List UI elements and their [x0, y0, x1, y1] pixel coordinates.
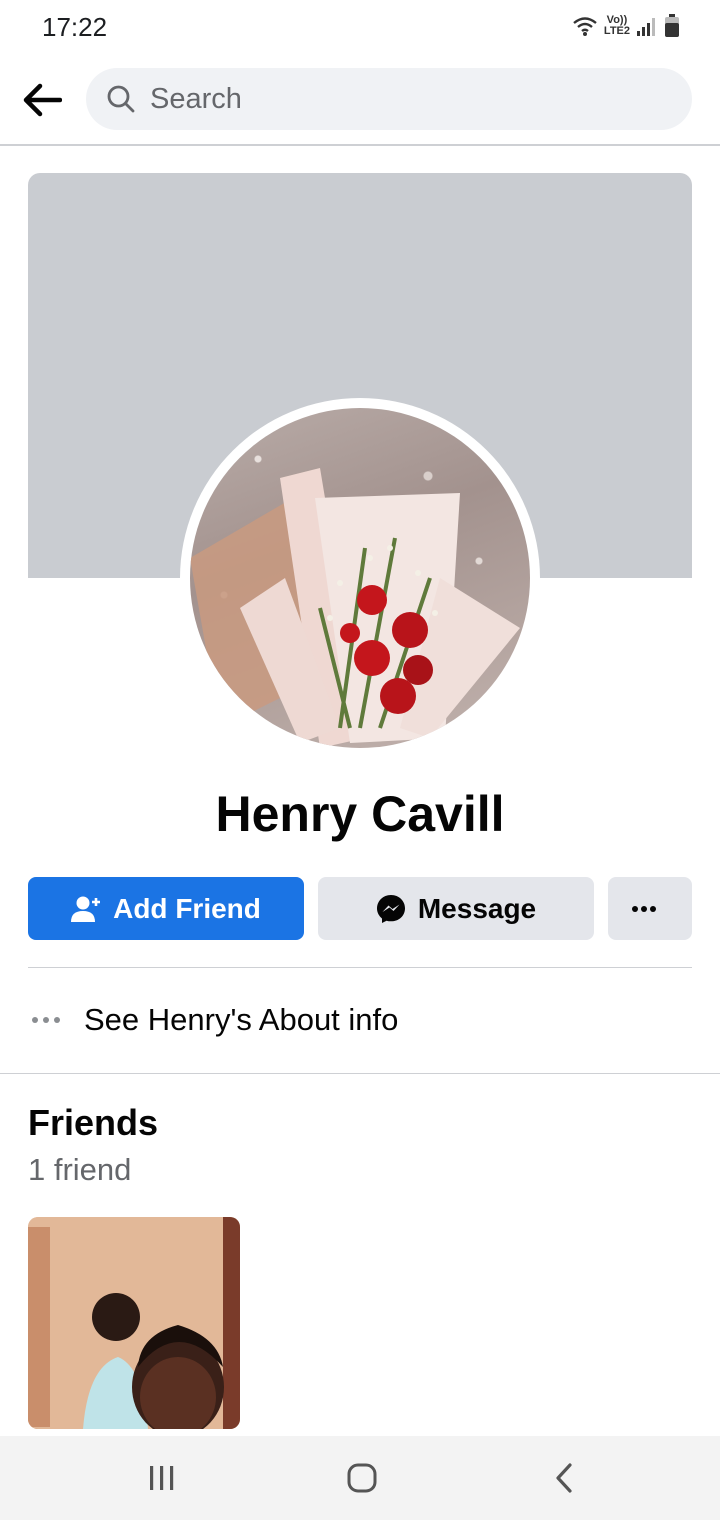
flower-bouquet-image [190, 468, 520, 748]
profile-name: Henry Cavill [215, 786, 505, 842]
messenger-icon [376, 894, 405, 923]
divider [28, 967, 692, 968]
android-nav-bar [0, 1436, 720, 1520]
message-button[interactable]: Message [318, 877, 594, 940]
friends-count: 1 friend [28, 1152, 132, 1187]
volte-icon: Vo)) LTE2 [604, 15, 630, 37]
top-nav [0, 56, 720, 146]
add-friend-label: Add Friend [113, 892, 261, 924]
recent-apps-button[interactable] [140, 1456, 184, 1500]
message-label: Message [417, 892, 537, 924]
friends-heading: Friends [28, 1102, 159, 1143]
home-button[interactable] [340, 1456, 384, 1500]
more-dots-icon [632, 905, 656, 912]
search-bar[interactable] [86, 68, 692, 130]
home-icon [347, 1463, 377, 1493]
more-options-button[interactable] [608, 877, 692, 940]
section-divider [0, 1073, 720, 1074]
dots-icon [28, 1016, 64, 1024]
battery-icon [665, 14, 679, 37]
search-icon [107, 85, 135, 113]
signal-icon [637, 18, 655, 36]
profile-avatar[interactable] [190, 408, 530, 748]
add-friend-button[interactable]: Add Friend [28, 877, 304, 940]
back-button[interactable] [18, 76, 66, 124]
back-icon [556, 1463, 572, 1493]
system-back-button[interactable] [542, 1456, 586, 1500]
recent-apps-icon [150, 1466, 174, 1490]
status-bar: 17:22 Vo)) LTE2 [0, 0, 720, 56]
friend-thumbnail[interactable] [28, 1217, 240, 1429]
about-info-link[interactable]: See Henry's About info [28, 990, 692, 1050]
friend-photo-image [28, 1217, 240, 1429]
add-person-icon [71, 896, 101, 922]
wifi-icon [573, 17, 597, 36]
about-info-label: See Henry's About info [84, 1002, 399, 1037]
status-time: 17:22 [42, 12, 108, 42]
arrow-left-icon [23, 83, 62, 117]
search-input[interactable] [148, 81, 632, 117]
status-icons: Vo)) LTE2 [572, 14, 680, 38]
volte-bottom: LTE2 [603, 25, 630, 37]
